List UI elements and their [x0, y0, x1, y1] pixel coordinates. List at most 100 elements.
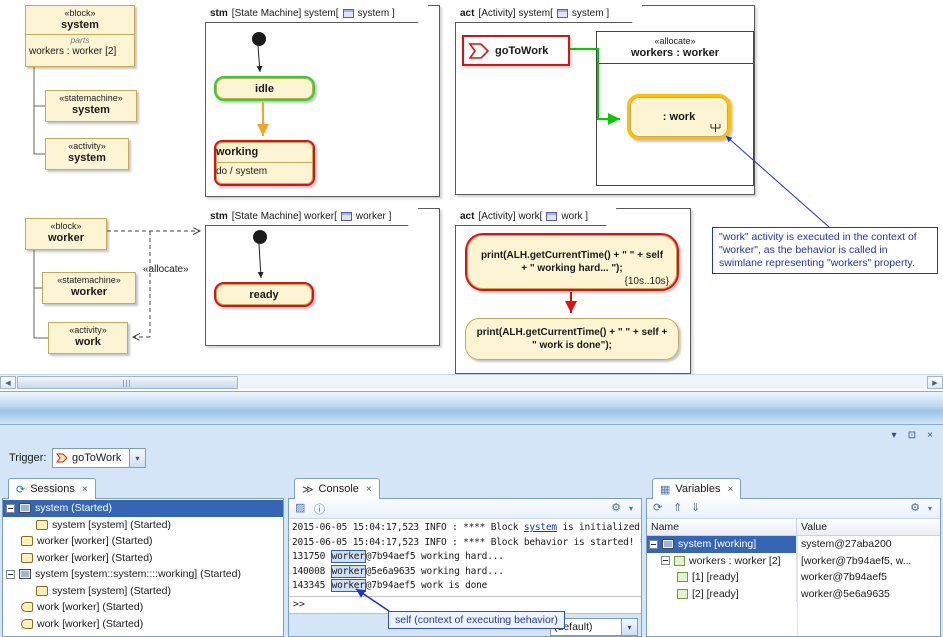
variable-name: system [working]	[678, 538, 756, 550]
clear-console-icon[interactable]: ▨	[295, 501, 305, 514]
variable-name-cell[interactable]: [2] [ready]	[647, 586, 797, 603]
accept-event-goToWork[interactable]: goToWork	[462, 35, 570, 66]
activity-work-stereotype: «activity»	[49, 323, 127, 336]
block-system-name: system	[26, 19, 134, 32]
tab-variables[interactable]: ▦ Variables ×	[652, 478, 741, 499]
close-icon[interactable]: ×	[82, 484, 88, 495]
initial-node[interactable]	[252, 32, 266, 46]
sessions-tree: system (Started) system [system] (Starte…	[3, 500, 283, 632]
comment-note[interactable]: "work" activity is executed in the conte…	[712, 227, 938, 274]
variable-name: workers : worker [2]	[689, 555, 781, 567]
variable-row[interactable]: [1] [ready] worker@7b94aef5	[647, 569, 940, 586]
variables-panel: ⟳ ⇑ ⇓ ⚙ ▾ Name Value system [working] sy…	[646, 498, 941, 637]
variable-name-cell[interactable]: workers : worker [2]	[647, 553, 797, 570]
swimlane-workers[interactable]: «allocate» workers : worker : work	[596, 31, 754, 186]
statemachine-system-shape[interactable]: «statemachine» system	[45, 90, 137, 122]
session-row[interactable]: work [worker] (Started)	[3, 599, 283, 616]
frame-act-system: act [Activity] system[ system ] goToWork…	[455, 5, 755, 195]
scroll-left-button[interactable]: ◀	[0, 376, 16, 389]
state-ready[interactable]: ready	[214, 282, 314, 307]
window-pin-icon[interactable]: ⊡	[905, 430, 919, 441]
gear-icon[interactable]: ⚙	[611, 501, 621, 514]
info-icon[interactable]: ⓘ	[314, 501, 325, 517]
frame-title-text: [State Machine] system[	[232, 8, 339, 19]
session-row[interactable]: system [system] (Started)	[3, 517, 283, 534]
variable-row[interactable]: [2] [ready] worker@5e6a9635	[647, 586, 940, 603]
signal-icon	[468, 42, 490, 60]
block-system-shape[interactable]: «block» system parts workers : worker [2…	[25, 5, 135, 67]
frame-title-name: worker ]	[356, 211, 392, 222]
session-row[interactable]: worker [worker] (Started)	[3, 550, 283, 567]
state-idle[interactable]: idle	[214, 76, 315, 101]
session-row[interactable]: system (Started)	[3, 500, 283, 517]
block-system-stereotype: «block»	[26, 6, 134, 19]
trigger-combobox[interactable]: goToWork ▾	[52, 448, 146, 468]
frame-stm-system: stm [State Machine] system[ system ] idl…	[205, 5, 440, 197]
scrollbar-thumb[interactable]	[17, 376, 238, 389]
window-menu-icon[interactable]: ▾	[887, 430, 901, 441]
column-header-value[interactable]: Value	[797, 519, 827, 535]
import-icon[interactable]: ⇓	[691, 501, 700, 514]
tab-console[interactable]: ≫ Console ×	[294, 478, 380, 499]
export-icon[interactable]: ⇑	[673, 501, 682, 514]
statemachine-icon	[36, 520, 48, 530]
trigger-value: goToWork	[72, 452, 121, 464]
chevron-down-icon[interactable]: ▾	[629, 504, 633, 513]
chevron-down-icon: ▾	[627, 623, 631, 632]
action-print-work-done[interactable]: print(ALH.getCurrentTime() + " " + self …	[465, 318, 679, 360]
column-header-name[interactable]: Name	[647, 519, 797, 535]
session-label: system [system] (Started)	[52, 585, 171, 597]
frame-kind: stm	[210, 211, 228, 222]
expander-icon[interactable]	[6, 570, 15, 579]
activity-work-name: work	[49, 336, 127, 349]
statemachine-worker-shape[interactable]: «statemachine» worker	[42, 272, 136, 304]
part-property-icon	[674, 556, 685, 566]
trigger-dropdown-button[interactable]: ▾	[129, 449, 145, 467]
console-log[interactable]: 2015-06-05 15:04:17,523 INFO : **** Bloc…	[289, 519, 641, 596]
session-row[interactable]: worker [worker] (Started)	[3, 533, 283, 550]
column-divider[interactable]	[797, 536, 798, 636]
variable-row[interactable]: system [working] system@27aba200	[647, 536, 940, 553]
expander-icon[interactable]	[649, 540, 658, 549]
expander-icon[interactable]	[661, 556, 670, 565]
frame-stm-worker-title: stm [State Machine] worker[ worker ]	[205, 208, 419, 226]
activity-system-shape[interactable]: «activity» system	[45, 138, 129, 170]
call-behavior-work[interactable]: : work	[627, 94, 731, 140]
computer-icon	[19, 503, 31, 513]
console-mode-dropdown-button[interactable]: ▾	[621, 619, 637, 635]
action-print-working-hard[interactable]: print(ALH.getCurrentTime() + " " + self …	[465, 233, 679, 291]
close-icon[interactable]: ×	[727, 484, 733, 495]
horizontal-scrollbar[interactable]: ◀ ▶	[0, 374, 943, 389]
highlighted-text: worker	[331, 579, 366, 592]
frame-kind: stm	[210, 8, 228, 19]
diagram-canvas[interactable]: «block» system parts workers : worker [2…	[0, 0, 943, 374]
element-link[interactable]: system	[524, 522, 557, 533]
expander-icon[interactable]	[6, 504, 15, 513]
refresh-icon[interactable]: ⟳	[653, 501, 662, 514]
initial-node[interactable]	[253, 230, 267, 244]
activity-work-shape[interactable]: «activity» work	[48, 322, 128, 354]
chevron-down-icon[interactable]: ▾	[928, 504, 932, 513]
session-row[interactable]: work [worker] (Started)	[3, 616, 283, 633]
scroll-right-button[interactable]: ▶	[927, 376, 943, 389]
close-icon[interactable]: ×	[366, 484, 372, 495]
diagram-icon	[557, 9, 568, 18]
sm-system-stereotype: «statemachine»	[46, 91, 136, 104]
tab-sessions[interactable]: ⟳ Sessions ×	[8, 478, 96, 499]
variable-name-cell[interactable]: [1] [ready]	[647, 569, 797, 586]
window-close-icon[interactable]: ×	[923, 430, 937, 441]
variable-value: system@27aba200	[797, 536, 940, 553]
magicdraw-simulation-window: «block» system parts workers : worker [2…	[0, 0, 943, 637]
gear-icon[interactable]: ⚙	[910, 501, 920, 514]
block-worker-shape[interactable]: «block» worker	[25, 218, 107, 250]
variable-row[interactable]: workers : worker [2] [worker@7b94aef5, w…	[647, 553, 940, 570]
state-working[interactable]: working do / system	[214, 140, 315, 186]
scroll-left-icon: ◀	[5, 379, 10, 387]
variable-name: [2] [ready]	[692, 588, 739, 600]
state-ready-label: ready	[249, 289, 278, 301]
tab-variables-label: Variables	[675, 483, 720, 495]
variable-name-cell[interactable]: system [working]	[647, 536, 797, 553]
session-row[interactable]: system [system::system::::working] (Star…	[3, 566, 283, 583]
session-row[interactable]: system [system] (Started)	[3, 583, 283, 600]
tab-sessions-label: Sessions	[30, 483, 75, 495]
